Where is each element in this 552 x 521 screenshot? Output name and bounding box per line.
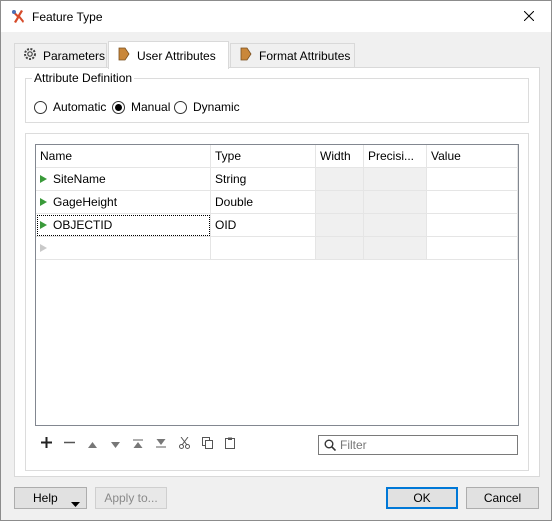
cell-value[interactable] <box>427 168 518 191</box>
new-row-type[interactable] <box>211 237 316 260</box>
group-legend: Attribute Definition <box>32 71 135 85</box>
tag-icon <box>117 47 131 64</box>
new-row-value[interactable] <box>427 237 518 260</box>
radio-dynamic[interactable]: Dynamic <box>174 100 240 114</box>
attribute-definition-group: Attribute Definition Automatic Manual Dy… <box>25 71 529 123</box>
table-row[interactable]: SiteName <box>36 168 211 191</box>
tab-label: Format Attributes <box>259 48 351 63</box>
radio-label: Manual <box>131 100 171 114</box>
column-header-precision[interactable]: Precisi... <box>364 145 427 168</box>
cell-name: OBJECTID <box>53 218 113 232</box>
cell-value[interactable] <box>427 214 518 237</box>
tab-user-attributes[interactable]: User Attributes <box>108 41 229 69</box>
title-bar: Feature Type <box>1 1 551 32</box>
radio-manual[interactable]: Manual <box>112 100 170 114</box>
close-button[interactable] <box>507 1 551 32</box>
tab-parameters[interactable]: Parameters <box>14 43 107 67</box>
ok-label: OK <box>413 491 431 505</box>
move-bottom-icon <box>156 437 166 451</box>
radio-circle <box>34 100 47 114</box>
cell-precision <box>364 168 427 191</box>
row-marker-icon <box>40 175 47 183</box>
cell-precision <box>364 214 427 237</box>
row-marker-icon <box>40 198 47 206</box>
cell-width <box>316 191 364 214</box>
cell-name: GageHeight <box>53 195 118 209</box>
new-row-marker-icon <box>40 244 47 252</box>
move-up-icon <box>87 437 97 451</box>
radio-circle <box>174 100 187 114</box>
radio-automatic[interactable]: Automatic <box>34 100 106 114</box>
table-row[interactable]: OBJECTID <box>36 214 211 237</box>
chevron-down-icon <box>71 496 80 510</box>
apply-to-label: Apply to... <box>104 491 158 505</box>
cancel-label: Cancel <box>483 491 522 505</box>
new-row[interactable] <box>36 237 211 260</box>
ok-button[interactable]: OK <box>386 487 458 509</box>
radio-circle <box>112 100 125 114</box>
copy-icon <box>201 436 213 452</box>
close-icon <box>523 10 535 24</box>
cell-value[interactable] <box>427 191 518 214</box>
help-button[interactable]: Help <box>14 487 87 509</box>
apply-to-button[interactable]: Apply to... <box>95 487 167 509</box>
column-header-width[interactable]: Width <box>316 145 364 168</box>
search-icon <box>324 439 336 451</box>
attributes-panel: Name Type Width Precisi... Value SiteNam… <box>25 133 529 471</box>
move-down-icon <box>110 437 120 451</box>
remove-button[interactable] <box>58 434 80 454</box>
attributes-table[interactable]: Name Type Width Precisi... Value SiteNam… <box>35 144 519 426</box>
move-top-icon <box>133 437 143 451</box>
move-down-button[interactable] <box>104 434 126 454</box>
cut-button[interactable] <box>173 434 195 454</box>
cut-icon <box>178 436 190 452</box>
fme-wrench-icon <box>10 9 26 25</box>
user-attributes-pane: Attribute Definition Automatic Manual Dy… <box>14 67 540 477</box>
column-header-type[interactable]: Type <box>211 145 316 168</box>
filter-box <box>318 435 518 455</box>
paste-icon <box>225 437 235 452</box>
cell-precision <box>364 191 427 214</box>
column-header-value[interactable]: Value <box>427 145 518 168</box>
cell-type[interactable]: String <box>211 168 316 191</box>
move-up-button[interactable] <box>81 434 103 454</box>
cancel-button[interactable]: Cancel <box>466 487 539 509</box>
move-bottom-button[interactable] <box>150 434 172 454</box>
cell-type-text: String <box>215 172 247 186</box>
gear-icon <box>23 47 37 64</box>
radio-label: Dynamic <box>193 100 240 114</box>
window-title: Feature Type <box>32 10 103 24</box>
radio-label: Automatic <box>53 100 107 114</box>
add-button[interactable] <box>35 434 57 454</box>
new-row-width <box>316 237 364 260</box>
remove-icon <box>63 437 75 451</box>
copy-button[interactable] <box>196 434 218 454</box>
move-top-button[interactable] <box>127 434 149 454</box>
cell-type[interactable]: OID <box>211 214 316 237</box>
cell-name: SiteName <box>53 172 106 186</box>
tag-icon <box>239 47 253 64</box>
cell-width <box>316 214 364 237</box>
cell-type-text: Double <box>215 195 254 209</box>
table-row[interactable]: GageHeight <box>36 191 211 214</box>
paste-button[interactable] <box>219 434 241 454</box>
row-marker-icon <box>40 221 47 229</box>
cell-type[interactable]: Double <box>211 191 316 214</box>
feature-type-dialog: Feature Type Parameters User Attributes … <box>0 0 552 521</box>
help-label: Help <box>33 491 58 505</box>
radio-dot <box>115 103 122 111</box>
cell-type-text: OID <box>215 218 237 232</box>
cell-width <box>316 168 364 191</box>
tab-format-attributes[interactable]: Format Attributes <box>230 43 355 67</box>
new-row-precision <box>364 237 427 260</box>
tab-label: User Attributes <box>137 48 216 63</box>
filter-input[interactable] <box>336 437 506 453</box>
add-icon <box>40 437 52 451</box>
tab-label: Parameters <box>43 48 106 63</box>
column-header-name[interactable]: Name <box>36 145 211 168</box>
